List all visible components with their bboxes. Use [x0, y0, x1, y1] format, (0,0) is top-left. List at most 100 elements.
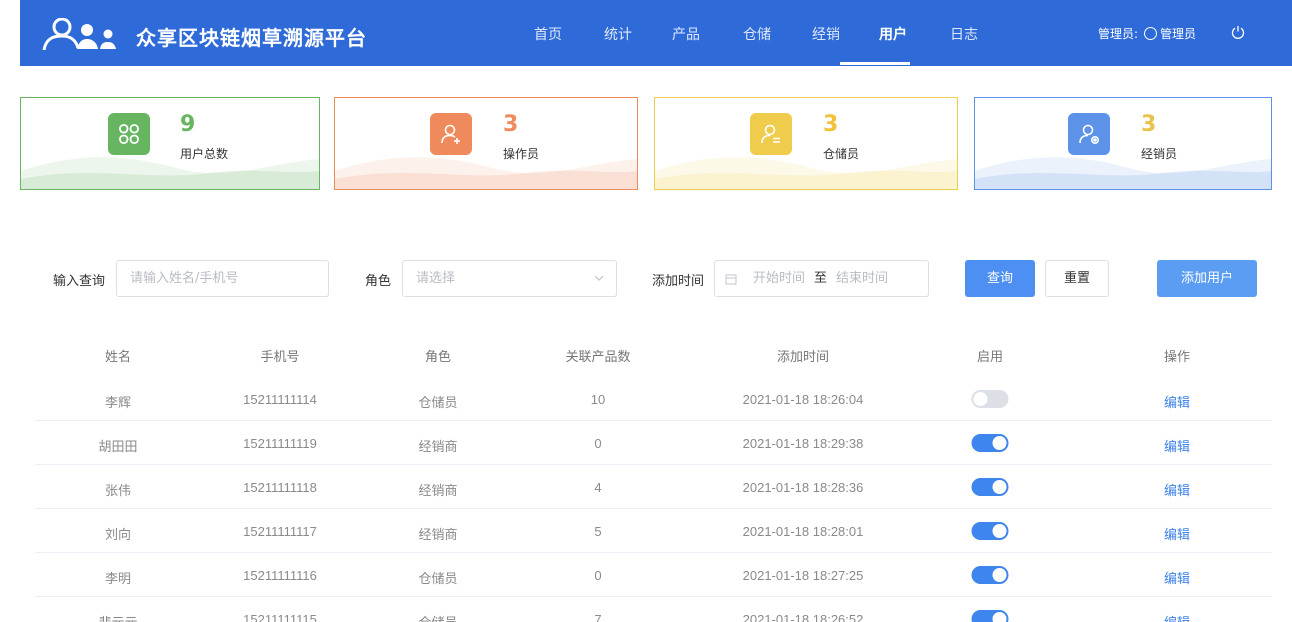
column-header-phone: 手机号 [260, 350, 300, 365]
table-row: 胡田田 15211111119 经销商 0 2021-01-18 18:29:38 编辑 [35, 421, 1272, 465]
cell-added-time: 2021-01-18 18:27:25 [742, 568, 864, 583]
nav-item-distribution[interactable]: 经销 [812, 24, 840, 44]
table-row: 裴元元 15211111115 仓储员 7 2021-01-18 18:26:52 编辑 [35, 597, 1272, 622]
cell-product-count: 10 [590, 392, 606, 407]
edit-link[interactable]: 编辑 [1164, 480, 1190, 499]
cell-name: 胡田田 [98, 439, 138, 454]
top-bar: 众享区块链烟草溯源平台 首页 统计 产品 仓储 经销 用户 日志 管理员: 管理员 [20, 0, 1292, 66]
stat-value: 9 [180, 112, 196, 137]
column-header-product-count: 关联产品数 [565, 350, 631, 365]
column-header-role: 角色 [424, 350, 452, 365]
edit-link[interactable]: 编辑 [1164, 612, 1190, 622]
column-header-added-time: 添加时间 [776, 350, 830, 365]
enabled-toggle[interactable] [971, 522, 1009, 540]
enabled-toggle[interactable] [971, 566, 1009, 584]
cell-product-count: 0 [594, 436, 602, 451]
table-row: 李辉 15211111114 仓储员 10 2021-01-18 18:26:04 编辑 [35, 377, 1272, 421]
chevron-down-icon [594, 275, 604, 281]
cell-name: 李明 [104, 571, 132, 586]
power-icon[interactable] [1231, 25, 1245, 39]
stat-label: 仓储员 [823, 147, 860, 161]
cell-phone: 15211111117 [243, 524, 317, 539]
wave-decoration [21, 157, 319, 189]
stat-label: 操作员 [503, 147, 540, 161]
add-user-button[interactable]: 添加用户 [1157, 260, 1257, 297]
app-title: 众享区块链烟草溯源平台 [136, 26, 367, 50]
search-button[interactable]: 查询 [965, 260, 1035, 297]
role-select[interactable]: 请选择 [402, 260, 617, 297]
date-range-picker[interactable]: 开始时间 至 结束时间 [714, 260, 929, 297]
role-select-placeholder: 请选择 [416, 271, 456, 286]
stat-value: 3 [1141, 112, 1157, 137]
enabled-toggle[interactable] [971, 434, 1009, 452]
range-separator: 至 [814, 271, 828, 286]
stat-card-operators: 3 操作员 [334, 97, 638, 190]
cell-added-time: 2021-01-18 18:26:04 [742, 392, 864, 407]
cell-phone: 15211111118 [243, 480, 317, 495]
reset-button[interactable]: 重置 [1045, 260, 1109, 297]
wave-decoration [335, 157, 637, 189]
toggle-knob [973, 392, 988, 406]
table-header: 姓名 手机号 角色 关联产品数 添加时间 启用 操作 [35, 346, 1272, 366]
cell-phone: 15211111115 [243, 612, 317, 622]
edit-link[interactable]: 编辑 [1164, 568, 1190, 587]
stat-card-warehouse-staff: 3 仓储员 [654, 97, 958, 190]
cell-role: 经销商 [418, 483, 458, 498]
grid-icon [108, 113, 150, 155]
nav-item-statistics[interactable]: 统计 [604, 24, 632, 44]
enabled-toggle[interactable] [971, 610, 1009, 622]
stat-card-total-users: 9 用户总数 [20, 97, 320, 190]
toggle-knob [992, 436, 1007, 450]
user-name: 管理员 [1160, 27, 1197, 41]
toggle-knob [992, 612, 1007, 622]
cell-role: 经销商 [418, 439, 458, 454]
cell-name: 李辉 [104, 395, 132, 410]
cell-added-time: 2021-01-18 18:29:38 [742, 436, 864, 451]
cell-name: 裴元元 [98, 612, 137, 622]
cell-phone: 15211111114 [243, 392, 317, 407]
enabled-toggle[interactable] [971, 390, 1009, 408]
stat-card-distributors: 3 经销员 [974, 97, 1272, 190]
user-list-panel: 输入查询 请输入姓名/手机号 角色 请选择 添加时间 开始时间 至 结束时间 查… [20, 230, 1272, 622]
user-swap-icon [750, 113, 792, 155]
edit-link[interactable]: 编辑 [1164, 524, 1190, 543]
stat-label: 经销员 [1141, 147, 1178, 161]
toggle-knob [992, 480, 1007, 494]
table-row: 李明 15211111116 仓储员 0 2021-01-18 18:27:25 编辑 [35, 553, 1272, 597]
stat-label: 用户总数 [180, 147, 229, 161]
cell-role: 仓储员 [418, 612, 457, 622]
cell-added-time: 2021-01-18 18:28:36 [742, 480, 864, 495]
toggle-knob [992, 524, 1007, 538]
nav-item-warehouse[interactable]: 仓储 [743, 24, 771, 44]
enabled-toggle[interactable] [971, 478, 1009, 496]
edit-link[interactable]: 编辑 [1164, 392, 1190, 411]
search-input[interactable]: 请输入姓名/手机号 [116, 260, 329, 297]
end-time-placeholder[interactable]: 结束时间 [836, 261, 888, 296]
table-row: 张伟 15211111118 经销商 4 2021-01-18 18:28:36 编辑 [35, 465, 1272, 509]
stat-value: 3 [503, 112, 519, 137]
nav-active-indicator [840, 62, 910, 65]
toggle-knob [992, 568, 1007, 582]
cell-phone: 15211111119 [243, 436, 317, 451]
calendar-icon [725, 274, 737, 285]
cell-name: 刘向 [104, 527, 132, 542]
cell-role: 仓储员 [418, 395, 458, 410]
cell-phone: 15211111116 [243, 568, 317, 583]
cell-added-time: 2021-01-18 18:28:01 [742, 524, 864, 539]
start-time-placeholder[interactable]: 开始时间 [753, 261, 805, 296]
time-label: 添加时间 [652, 274, 705, 289]
nav-item-products[interactable]: 产品 [672, 24, 700, 44]
user-circle-icon [1144, 27, 1158, 40]
user-settings-icon [1068, 113, 1110, 155]
role-label: 角色 [365, 274, 392, 289]
edit-link[interactable]: 编辑 [1164, 436, 1190, 455]
nav-item-logs[interactable]: 日志 [950, 24, 978, 44]
cell-name: 张伟 [104, 483, 132, 498]
cell-role: 经销商 [418, 527, 458, 542]
nav-item-users[interactable]: 用户 [879, 24, 907, 44]
column-header-enabled: 启用 [976, 350, 1004, 365]
current-user[interactable]: 管理员: 管理员 [1098, 25, 1196, 42]
user-add-icon [430, 113, 472, 155]
table-row: 刘向 15211111117 经销商 5 2021-01-18 18:28:01 编辑 [35, 509, 1272, 553]
nav-item-home[interactable]: 首页 [534, 24, 562, 44]
